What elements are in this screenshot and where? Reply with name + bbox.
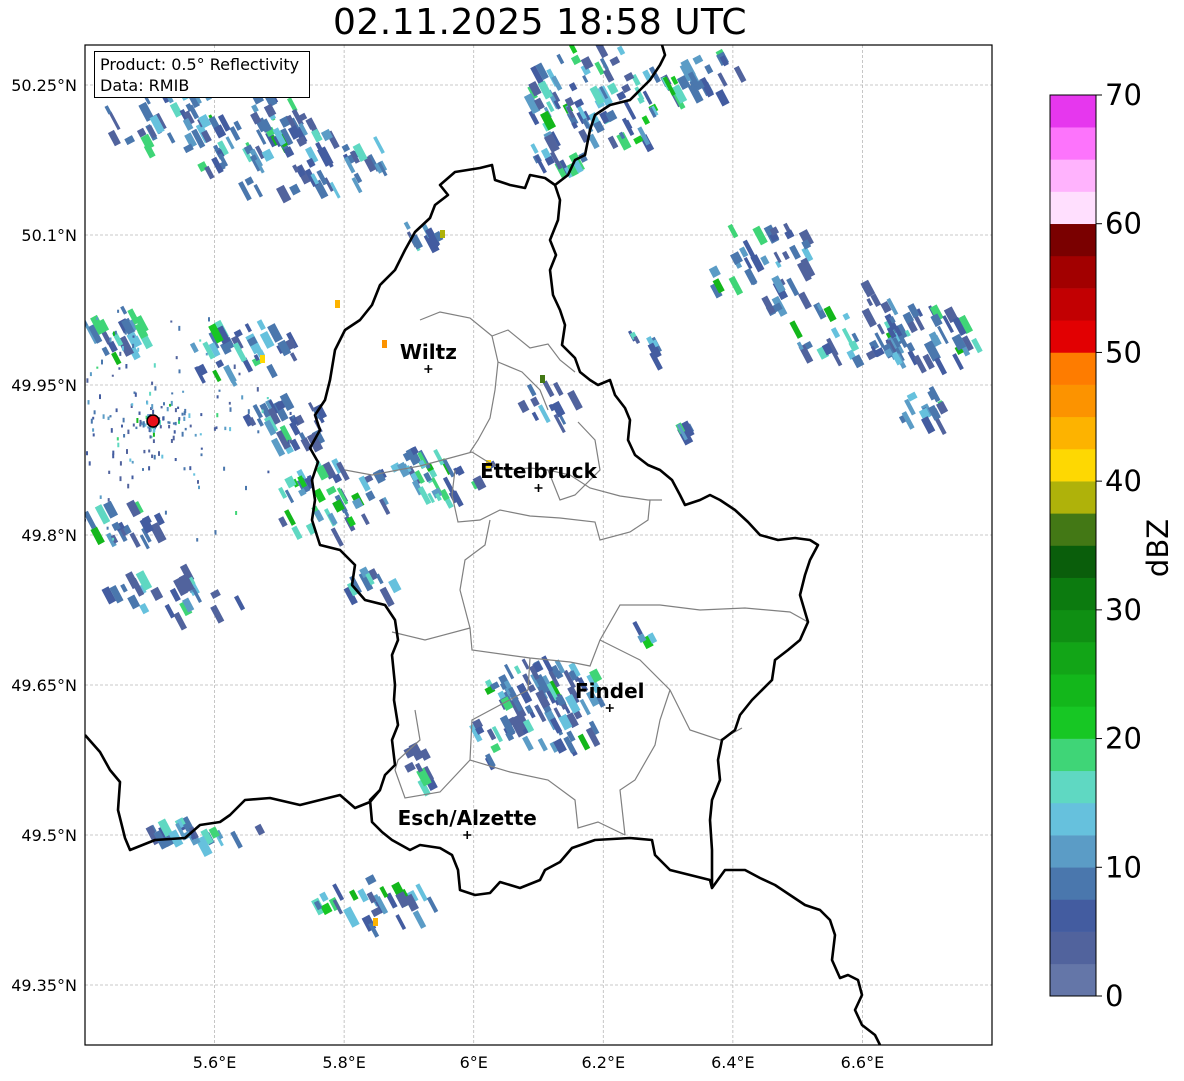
dbz-colorbar: 0 10 20 30 40 50 60 70 dBZ [1049, 78, 1175, 1013]
colorbar-cell [1050, 577, 1096, 611]
colorbar-cell [1050, 223, 1096, 257]
colorbar-cell [1050, 738, 1096, 772]
colorbar-tick-label: 20 [1105, 722, 1142, 756]
colorbar-cell [1050, 481, 1096, 514]
colorbar-cell [1050, 288, 1096, 321]
colorbar-tick-label: 70 [1105, 78, 1142, 112]
colorbar-cell [1050, 352, 1096, 385]
colorbar-cell [1050, 416, 1096, 450]
colorbar-cell [1050, 835, 1096, 868]
colorbar-cell [1050, 159, 1096, 192]
colorbar-cell [1050, 191, 1096, 225]
colorbar-cell [1050, 963, 1096, 997]
colorbar-tick-label: 40 [1105, 464, 1142, 498]
colorbar-cell [1050, 448, 1096, 482]
colorbar-cell [1050, 513, 1096, 546]
colorbar-cell [1050, 545, 1096, 578]
colorbar-cell [1050, 674, 1096, 707]
colorbar-label: dBZ [1141, 519, 1175, 577]
colorbar-cell [1050, 255, 1096, 289]
colorbar-cell [1050, 642, 1096, 675]
colorbar-cell [1050, 770, 1096, 804]
colorbar-cell [1050, 706, 1096, 739]
colorbar-cell [1050, 127, 1096, 160]
colorbar-tick-label: 50 [1105, 335, 1142, 369]
colorbar-cell [1050, 609, 1096, 643]
colorbar-cell [1050, 95, 1096, 128]
colorbar-cell [1050, 384, 1096, 418]
colorbar-tick-label: 60 [1105, 207, 1142, 241]
colorbar-cell [1050, 320, 1096, 353]
colorbar-tick-label: 10 [1105, 850, 1142, 884]
colorbar-cell [1050, 931, 1096, 965]
colorbar-tick-label: 0 [1105, 979, 1123, 1013]
colorbar-cell [1050, 867, 1096, 900]
colorbar-cell [1050, 802, 1096, 836]
colorbar-tick-label: 30 [1105, 593, 1142, 627]
colorbar-cell [1050, 899, 1096, 932]
